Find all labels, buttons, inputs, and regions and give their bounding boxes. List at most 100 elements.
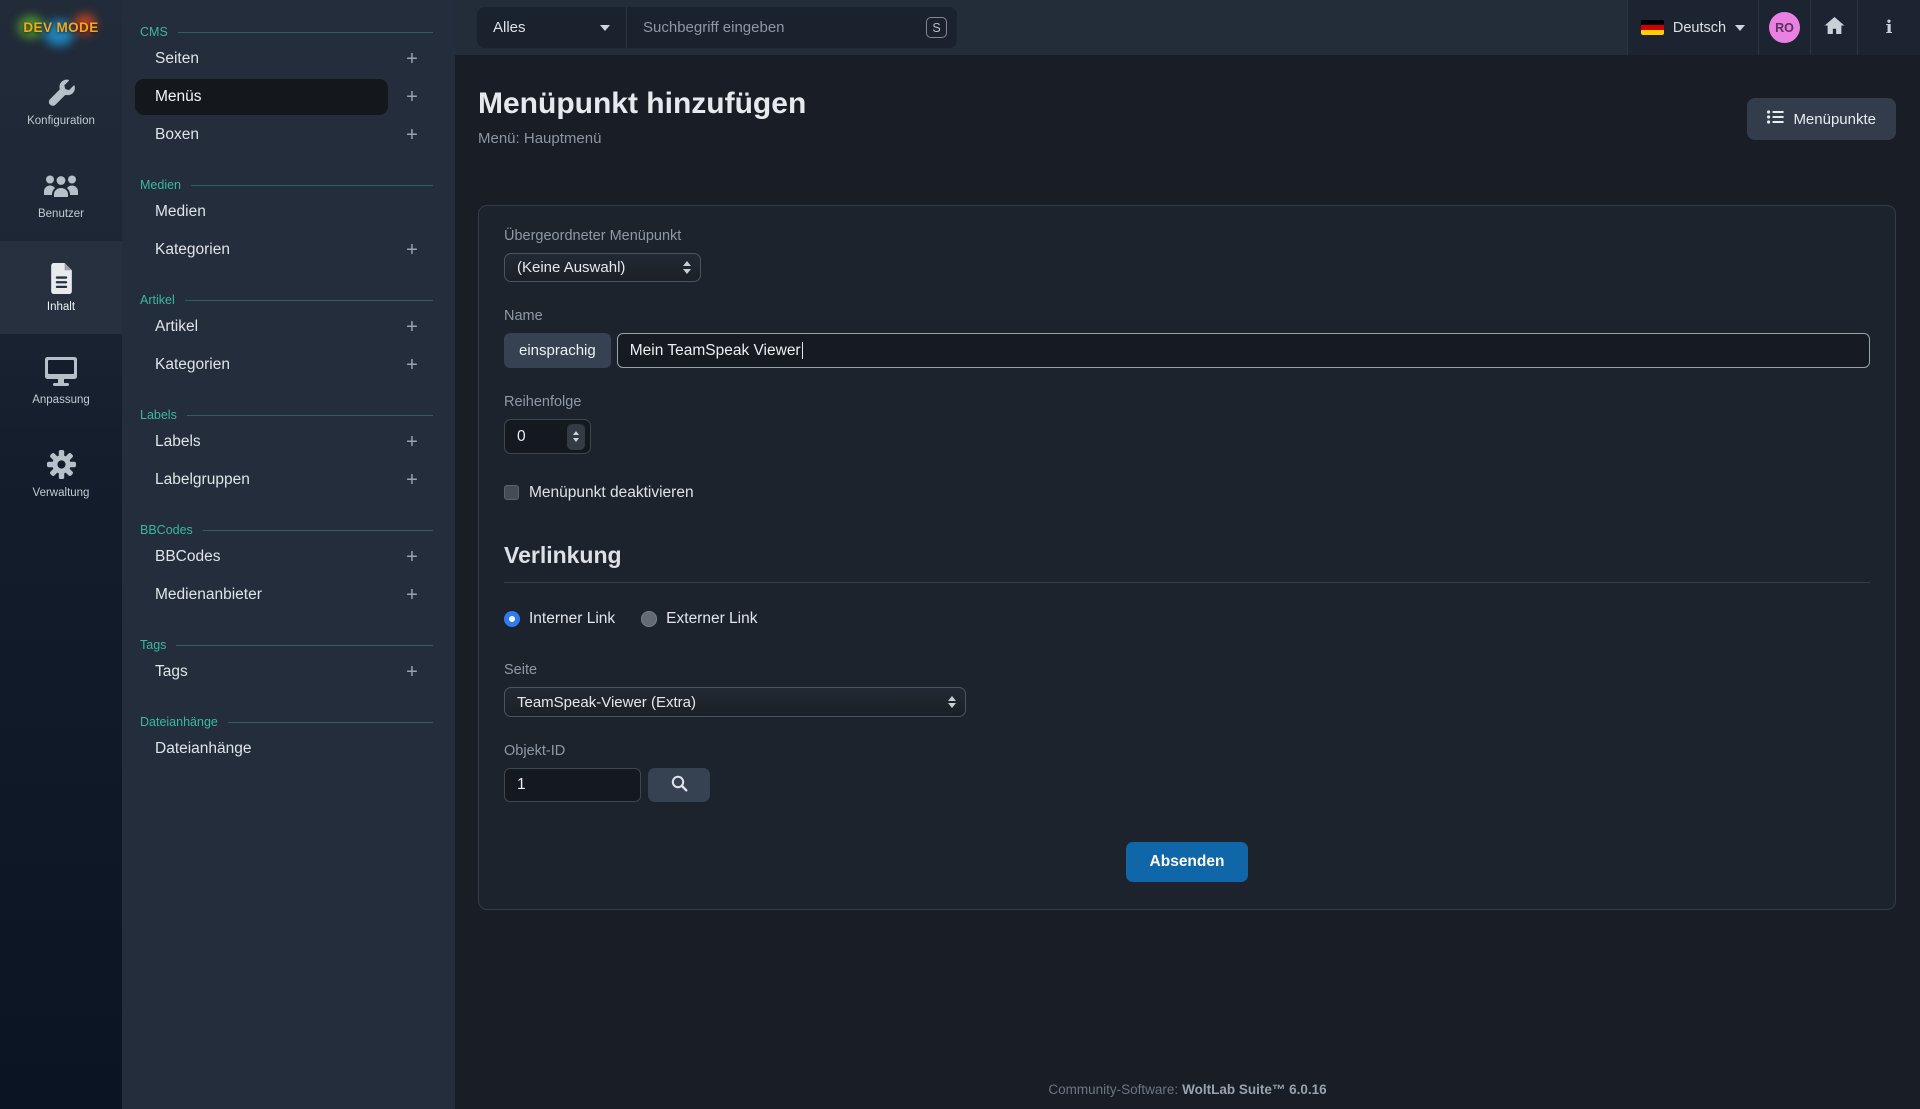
add-icon[interactable]: + <box>404 51 420 67</box>
sidebar-item-label: BBCodes <box>155 548 404 566</box>
sidebar-item-label: Dateianhänge <box>155 740 420 758</box>
sidebar-section-title-cms: CMS <box>122 24 455 40</box>
sidebar-item-bbcodes-bbcodes[interactable]: BBCodes+ <box>122 538 455 576</box>
name-field-row: einsprachig Mein TeamSpeak Viewer <box>504 333 1870 368</box>
add-icon[interactable]: + <box>404 664 420 680</box>
sidebar-item-label: Boxen <box>155 126 404 144</box>
monolingual-badge: einsprachig <box>504 333 611 368</box>
select-arrows-icon <box>683 261 691 274</box>
name-input-value: Mein TeamSpeak Viewer <box>630 342 801 360</box>
nav-label: Inhalt <box>47 301 75 313</box>
wrench-icon <box>46 76 77 108</box>
number-stepper[interactable] <box>567 424 585 450</box>
sidebar-item-label: Seiten <box>155 50 404 68</box>
checkbox[interactable] <box>504 485 519 500</box>
user-menu[interactable]: RO <box>1758 0 1810 55</box>
gear-icon <box>46 448 77 480</box>
sidebar-item-artikel-kategorien[interactable]: Kategorien+ <box>122 346 455 384</box>
add-icon[interactable]: + <box>404 242 420 258</box>
sidebar-section-title-artikel: Artikel <box>122 292 455 308</box>
sidebar-item-label: Medienanbieter <box>155 586 404 604</box>
german-flag-icon <box>1641 20 1664 35</box>
radio-unselected-icon[interactable] <box>641 611 657 627</box>
external-link-option[interactable]: Externer Link <box>641 610 757 628</box>
document-icon <box>49 262 74 294</box>
language-switcher[interactable]: Deutsch <box>1627 0 1758 55</box>
sidebar-section-title-bbcodes: BBCodes <box>122 522 455 538</box>
page-header: Menüpunkt hinzufügen Menü: Hauptmenü <box>478 55 1896 205</box>
sidebar-section-title-dateianhange: Dateianhänge <box>122 714 455 730</box>
system-info-button[interactable] <box>1857 0 1920 55</box>
name-input[interactable]: Mein TeamSpeak Viewer <box>617 333 1870 368</box>
sidebar-item-label: Kategorien <box>155 241 404 259</box>
add-icon[interactable]: + <box>404 89 420 105</box>
sidebar-section-title-medien: Medien <box>122 177 455 193</box>
sidebar-item-label: Kategorien <box>155 356 404 374</box>
sidebar-item-artikel-artikel[interactable]: Artikel+ <box>122 308 455 346</box>
sidebar-item-medien-medien[interactable]: Medien <box>122 193 455 231</box>
nav-item-verwaltung[interactable]: Verwaltung <box>0 427 122 520</box>
footer-product: WoltLab Suite™ 6.0.16 <box>1182 1082 1327 1097</box>
acp-window: DEV MODE Konfiguration Benut <box>0 0 1920 1109</box>
order-input-value: 0 <box>517 428 526 446</box>
sidebar-item-tags-tags[interactable]: Tags+ <box>122 653 455 691</box>
object-id-input[interactable]: 1 <box>504 768 641 802</box>
sidebar-item-bbcodes-medienanbieter[interactable]: Medienanbieter+ <box>122 576 455 614</box>
section-divider-line <box>228 722 433 723</box>
list-icon <box>1767 110 1784 128</box>
section-divider <box>504 582 1870 583</box>
sidebar-item-medien-kategorien[interactable]: Kategorien+ <box>122 231 455 269</box>
cms-sidebar: CMSSeiten+Menüs+Boxen+MedienMedienKatego… <box>122 0 455 1109</box>
nav-item-inhalt[interactable]: Inhalt <box>0 241 122 334</box>
add-icon[interactable]: + <box>404 319 420 335</box>
page-select-value: TeamSpeak-Viewer (Extra) <box>517 694 696 711</box>
language-label: Deutsch <box>1673 20 1726 36</box>
sidebar-item-labels-labelgruppen[interactable]: Labelgruppen+ <box>122 461 455 499</box>
main-nav: DEV MODE Konfiguration Benut <box>0 0 122 1109</box>
disable-menu-item-label: Menüpunkt deaktivieren <box>529 484 694 502</box>
sidebar-item-cms-menus[interactable]: Menüs+ <box>122 78 455 116</box>
add-icon[interactable]: + <box>404 549 420 565</box>
acp-search: Alles S <box>477 7 957 48</box>
dev-mode-label: DEV MODE <box>23 20 98 35</box>
sidebar-item-cms-boxen[interactable]: Boxen+ <box>122 116 455 154</box>
section-divider-line <box>176 645 433 646</box>
sidebar-item-labels-labels[interactable]: Labels+ <box>122 423 455 461</box>
disable-menu-item-option[interactable]: Menüpunkt deaktivieren <box>504 484 1870 501</box>
internal-link-option[interactable]: Interner Link <box>504 610 615 628</box>
radio-selected-icon[interactable] <box>504 611 520 627</box>
dev-mode-logo[interactable]: DEV MODE <box>0 0 122 55</box>
search-input[interactable] <box>627 19 957 36</box>
add-menu-item-form: Übergeordneter Menüpunkt (Keine Auswahl)… <box>478 205 1896 910</box>
order-input[interactable]: 0 <box>504 419 591 454</box>
nav-item-konfiguration[interactable]: Konfiguration <box>0 55 122 148</box>
sidebar-item-cms-seiten[interactable]: Seiten+ <box>122 40 455 78</box>
menu-items-button-label: Menüpunkte <box>1793 111 1876 128</box>
search-scope-select[interactable]: Alles <box>477 7 627 48</box>
parent-menu-item-select[interactable]: (Keine Auswahl) <box>504 253 701 282</box>
frontend-link[interactable] <box>1810 0 1857 55</box>
parent-menu-item-value: (Keine Auswahl) <box>517 259 625 276</box>
shortcut-key-badge: S <box>926 17 947 38</box>
chevron-down-icon <box>600 25 610 31</box>
add-icon[interactable]: + <box>404 434 420 450</box>
page-select[interactable]: TeamSpeak-Viewer (Extra) <box>504 687 966 717</box>
add-icon[interactable]: + <box>404 587 420 603</box>
add-icon[interactable]: + <box>404 472 420 488</box>
page-select-label: Seite <box>504 662 1870 679</box>
nav-item-benutzer[interactable]: Benutzer <box>0 148 122 241</box>
page-title: Menüpunkt hinzufügen <box>478 85 806 123</box>
object-search-button[interactable] <box>648 768 710 802</box>
search-icon <box>671 775 688 795</box>
search-field: S <box>627 7 957 48</box>
add-icon[interactable]: + <box>404 127 420 143</box>
sidebar-item-dateianhange-dateianhange[interactable]: Dateianhänge <box>122 730 455 768</box>
page-subtitle: Menü: Hauptmenü <box>478 130 806 147</box>
copyright-footer: Community-Software:WoltLab Suite™ 6.0.16 <box>455 1082 1920 1097</box>
add-icon[interactable]: + <box>404 357 420 373</box>
nav-item-anpassung[interactable]: Anpassung <box>0 334 122 427</box>
order-label: Reihenfolge <box>504 394 1870 411</box>
submit-button[interactable]: Absenden <box>1126 842 1249 882</box>
menu-items-button[interactable]: Menüpunkte <box>1747 98 1896 140</box>
nav-label: Konfiguration <box>27 115 95 127</box>
